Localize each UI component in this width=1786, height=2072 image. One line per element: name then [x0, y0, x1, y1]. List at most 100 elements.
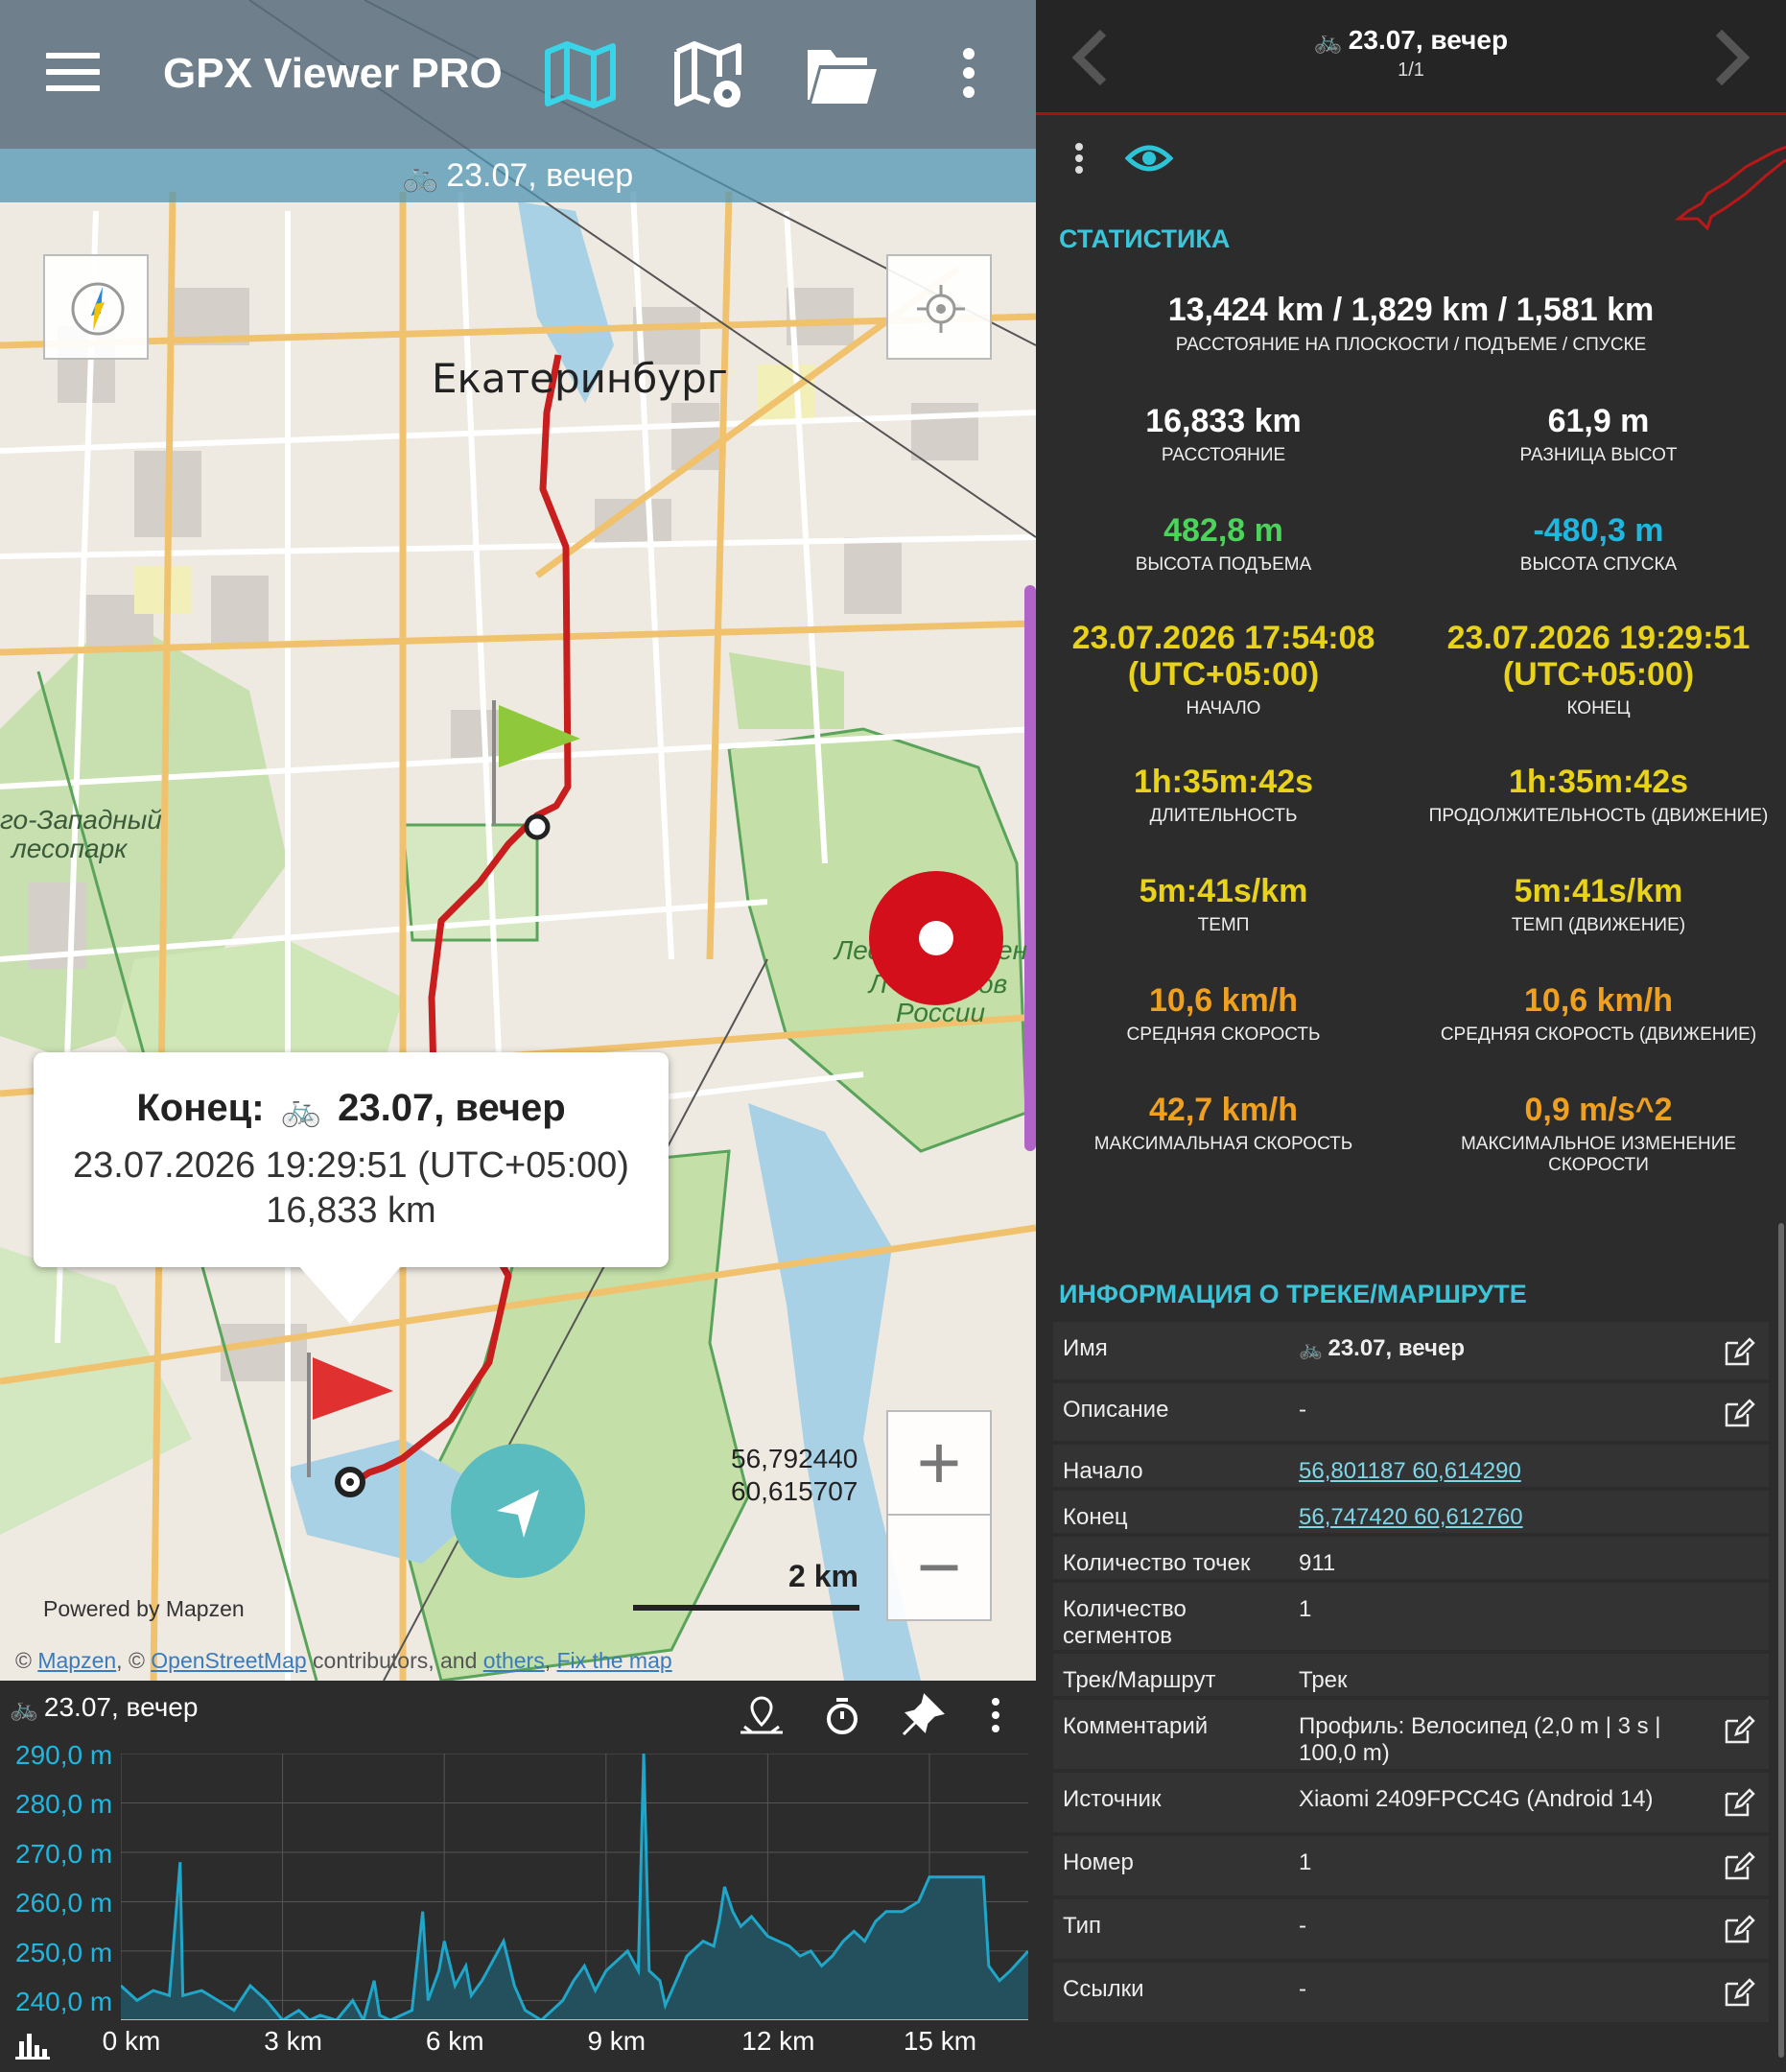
stat-value: 16,833 km [1145, 403, 1302, 439]
navigate-button[interactable] [451, 1444, 585, 1578]
track-name-label: 23.07, вечер [446, 157, 634, 194]
map-icon[interactable] [542, 36, 619, 113]
compass-icon [71, 282, 125, 336]
eye-icon[interactable] [1125, 139, 1173, 177]
y-tick-label: 270,0 m [15, 1838, 113, 1869]
stat-item: 5m:41s/km ТЕМП (ДВИЖЕНИЕ) [1411, 873, 1786, 936]
attrib-sep: , © [116, 1648, 152, 1673]
record-button[interactable] [869, 871, 1003, 1005]
stat-item: 61,9 m РАЗНИЦА ВЫСОТ [1411, 403, 1786, 466]
zoom-in-button[interactable]: + [888, 1412, 990, 1516]
stat-value: 5m:41s/km [1514, 873, 1683, 909]
edit-icon[interactable] [1723, 1713, 1755, 1746]
stat-value: 42,7 km/h [1149, 1092, 1298, 1128]
info-key: Тип [1063, 1913, 1102, 1939]
stat-item: 482,8 m ВЫСОТА ПОДЪЕМА [1036, 512, 1411, 576]
bicycle-icon: 🚲 [402, 161, 439, 193]
info-value: 🚲 23.07, вечер [1299, 1335, 1702, 1363]
left-pane: Екатеринбург го-Западный лесопарк Лес ен… [0, 0, 1036, 2072]
more-vert-icon[interactable] [950, 36, 988, 113]
scrollbar[interactable] [1778, 1223, 1784, 2058]
popup-title: Конец: 🚲 23.07, вечер [34, 1087, 669, 1130]
city-label: Екатеринбург [432, 355, 728, 402]
end-point-popup[interactable]: Конец: 🚲 23.07, вечер 23.07.2026 19:29:5… [34, 1052, 669, 1267]
edit-icon[interactable] [1723, 1849, 1755, 1882]
fix-map-link[interactable]: Fix the map [557, 1648, 672, 1673]
y-tick-label: 250,0 m [15, 1937, 113, 1967]
compass-button[interactable] [43, 254, 149, 360]
map-view[interactable]: Екатеринбург го-Западный лесопарк Лес ен… [0, 0, 1036, 1681]
track-name-bar[interactable]: 🚲 23.07, вечер [0, 149, 1036, 202]
stat-label: КОНЕЦ [1566, 698, 1631, 718]
zoom-out-button[interactable]: − [888, 1516, 990, 1619]
info-key: Начало [1063, 1458, 1143, 1484]
x-tick-label: 3 km [264, 2026, 322, 2056]
osm-link[interactable]: OpenStreetMap [151, 1648, 306, 1673]
elevation-track-name: 23.07, вечер [43, 1692, 199, 1722]
powered-by: Powered by Mapzen [43, 1596, 245, 1621]
menu-icon[interactable] [46, 53, 100, 91]
edit-icon[interactable] [1723, 1786, 1755, 1819]
more-vert-icon[interactable] [1065, 139, 1093, 177]
zoom-controls: + − [886, 1410, 992, 1621]
forest-label-line2: лесопарк [12, 834, 128, 863]
route-pin-icon[interactable] [735, 1688, 788, 1742]
more-vert-icon[interactable] [980, 1688, 1011, 1742]
chevron-right-icon[interactable] [1698, 19, 1765, 96]
scale-label: 2 km [788, 1559, 858, 1593]
folder-icon[interactable] [804, 36, 881, 113]
app-title: GPX Viewer PRO [163, 50, 503, 97]
section-statistics: СТАТИСТИКА [1059, 224, 1231, 253]
edit-icon[interactable] [1723, 1397, 1755, 1429]
edit-icon[interactable] [1723, 1976, 1755, 2009]
bicycle-icon: 🚲 [10, 1696, 38, 1722]
stat-distances: 13,424 km / 1,829 km / 1,581 km РАССТОЯН… [1036, 292, 1786, 356]
info-value-link[interactable]: 56,801187 60,614290 [1299, 1458, 1702, 1485]
stopwatch-icon[interactable] [815, 1688, 869, 1742]
stat-item: 0,9 m/s^2 МАКСИМАЛЬНОЕ ИЗМЕНЕНИЕ СКОРОСТИ [1411, 1092, 1786, 1176]
info-key: Конец [1063, 1504, 1128, 1530]
pin-icon[interactable] [896, 1688, 950, 1742]
chart-stats-icon[interactable] [13, 2028, 52, 2062]
info-value: Трек [1299, 1667, 1348, 1693]
edit-icon[interactable] [1723, 1913, 1755, 1945]
mapzen-link[interactable]: Mapzen [37, 1648, 116, 1673]
x-tick-label: 9 km [587, 2026, 646, 2056]
info-value-link[interactable]: 56,747420 60,612760 [1299, 1504, 1702, 1531]
map-attribution: © Mapzen, © OpenStreetMap contributors, … [15, 1648, 672, 1674]
coords-lat: 56,792440 [731, 1444, 858, 1473]
stat-item: 5m:41s/km ТЕМП [1036, 873, 1411, 936]
stat-value: 0,9 m/s^2 [1524, 1092, 1673, 1128]
stat-value: 23.07.2026 19:29:51 (UTC+05:00) [1446, 620, 1751, 693]
stat-value: -480,3 m [1533, 512, 1664, 549]
y-tick-label: 240,0 m [15, 1987, 113, 2017]
stat-label: РАЗНИЦА ВЫСОТ [1519, 445, 1678, 465]
track-nav-bar: 🚲 23.07, вечер 1/1 [1036, 0, 1786, 115]
stat-label: ПРОДОЛЖИТЕЛЬНОСТЬ (ДВИЖЕНИЕ) [1428, 806, 1769, 826]
map-settings-icon[interactable] [671, 36, 748, 113]
locate-button[interactable] [886, 254, 992, 360]
y-tick-label: 290,0 m [15, 1740, 113, 1770]
y-tick-label: 260,0 m [15, 1888, 113, 1919]
stat-label: МАКСИМАЛЬНОЕ ИЗМЕНЕНИЕ СКОРОСТИ [1460, 1134, 1737, 1175]
stat-value: 1h:35m:42s [1133, 764, 1314, 800]
stat-item: 16,833 km РАССТОЯНИЕ [1036, 403, 1411, 466]
info-row: Источник Xiaomi 2409FPCC4G (Android 14) [1053, 1773, 1769, 1832]
elevation-chart[interactable] [121, 1754, 1028, 2020]
nav-title-text: 23.07, вечер [1348, 25, 1509, 55]
stat-value: 1h:35m:42s [1508, 764, 1689, 800]
track-thumbnail [1674, 145, 1786, 230]
app-bar: GPX Viewer PRO [0, 0, 1036, 149]
stat-item: 23.07.2026 17:54:08 (UTC+05:00) НАЧАЛО [1036, 620, 1411, 719]
others-link[interactable]: others [483, 1648, 545, 1673]
edit-icon[interactable] [1723, 1335, 1755, 1368]
stat-value: 10,6 km/h [1524, 982, 1673, 1019]
info-key: Имя [1063, 1335, 1108, 1361]
y-tick-label: 280,0 m [15, 1789, 113, 1820]
nav-title: 🚲 23.07, вечер [1036, 25, 1786, 56]
forest-label: го-Западный лесопарк [0, 806, 162, 863]
popup-title-name: 23.07, вечер [338, 1087, 566, 1129]
info-row: Количество сегментов 1 [1053, 1583, 1769, 1650]
info-row: Комментарий Профиль: Велосипед (2,0 m | 3… [1053, 1700, 1769, 1769]
bicycle-icon: 🚲 [280, 1092, 321, 1128]
